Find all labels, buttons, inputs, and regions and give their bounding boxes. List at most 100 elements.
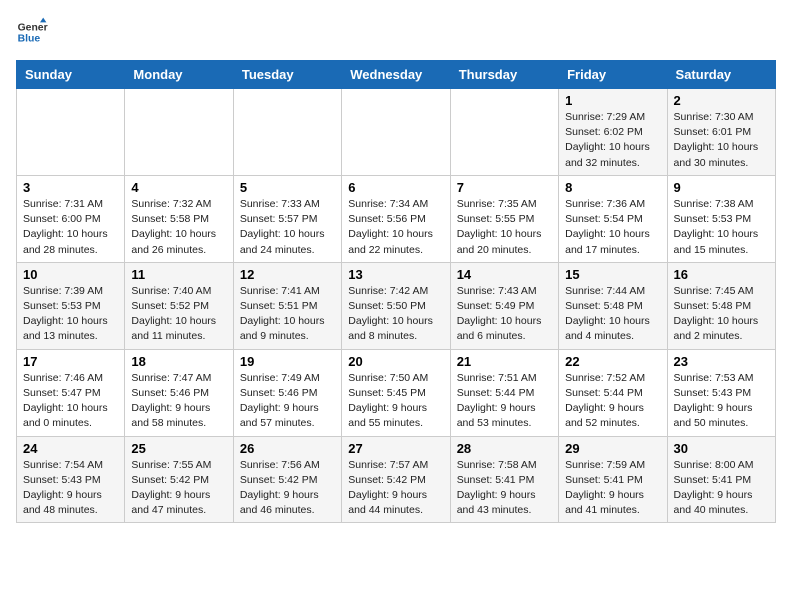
day-number: 5 <box>240 180 335 195</box>
day-cell: 9 Sunrise: 7:38 AM Sunset: 5:53 PM Daylig… <box>667 175 775 262</box>
day-cell: 21 Sunrise: 7:51 AM Sunset: 5:44 PM Dayli… <box>450 349 558 436</box>
day-info: Sunrise: 7:47 AM Sunset: 5:46 PM Dayligh… <box>131 371 226 432</box>
col-header-saturday: Saturday <box>667 61 775 89</box>
day-info: Sunrise: 7:57 AM Sunset: 5:42 PM Dayligh… <box>348 458 443 519</box>
day-number: 29 <box>565 441 660 456</box>
calendar-body: 1 Sunrise: 7:29 AM Sunset: 6:02 PM Daylig… <box>17 89 776 523</box>
day-info: Sunrise: 7:42 AM Sunset: 5:50 PM Dayligh… <box>348 284 443 345</box>
day-number: 26 <box>240 441 335 456</box>
day-number: 12 <box>240 267 335 282</box>
svg-text:Blue: Blue <box>18 34 41 45</box>
week-row-2: 3 Sunrise: 7:31 AM Sunset: 6:00 PM Daylig… <box>17 175 776 262</box>
day-number: 16 <box>674 267 769 282</box>
day-info: Sunrise: 7:58 AM Sunset: 5:41 PM Dayligh… <box>457 458 552 519</box>
week-row-4: 17 Sunrise: 7:46 AM Sunset: 5:47 PM Dayli… <box>17 349 776 436</box>
day-number: 11 <box>131 267 226 282</box>
col-header-tuesday: Tuesday <box>233 61 341 89</box>
day-cell: 24 Sunrise: 7:54 AM Sunset: 5:43 PM Dayli… <box>17 436 125 523</box>
day-number: 2 <box>674 93 769 108</box>
day-number: 20 <box>348 354 443 369</box>
day-info: Sunrise: 7:56 AM Sunset: 5:42 PM Dayligh… <box>240 458 335 519</box>
day-number: 18 <box>131 354 226 369</box>
day-info: Sunrise: 7:35 AM Sunset: 5:55 PM Dayligh… <box>457 197 552 258</box>
day-cell <box>233 89 341 176</box>
day-number: 14 <box>457 267 552 282</box>
day-cell: 14 Sunrise: 7:43 AM Sunset: 5:49 PM Dayli… <box>450 262 558 349</box>
column-header-row: SundayMondayTuesdayWednesdayThursdayFrid… <box>17 61 776 89</box>
day-cell: 6 Sunrise: 7:34 AM Sunset: 5:56 PM Daylig… <box>342 175 450 262</box>
logo-icon: General Blue <box>16 16 48 48</box>
day-number: 24 <box>23 441 118 456</box>
day-number: 17 <box>23 354 118 369</box>
week-row-3: 10 Sunrise: 7:39 AM Sunset: 5:53 PM Dayli… <box>17 262 776 349</box>
day-cell: 1 Sunrise: 7:29 AM Sunset: 6:02 PM Daylig… <box>559 89 667 176</box>
day-cell: 16 Sunrise: 7:45 AM Sunset: 5:48 PM Dayli… <box>667 262 775 349</box>
day-cell <box>450 89 558 176</box>
day-info: Sunrise: 7:29 AM Sunset: 6:02 PM Dayligh… <box>565 110 660 171</box>
day-info: Sunrise: 7:33 AM Sunset: 5:57 PM Dayligh… <box>240 197 335 258</box>
day-number: 23 <box>674 354 769 369</box>
day-info: Sunrise: 7:31 AM Sunset: 6:00 PM Dayligh… <box>23 197 118 258</box>
day-cell: 7 Sunrise: 7:35 AM Sunset: 5:55 PM Daylig… <box>450 175 558 262</box>
day-info: Sunrise: 7:49 AM Sunset: 5:46 PM Dayligh… <box>240 371 335 432</box>
day-number: 7 <box>457 180 552 195</box>
day-number: 19 <box>240 354 335 369</box>
day-cell <box>17 89 125 176</box>
day-info: Sunrise: 7:52 AM Sunset: 5:44 PM Dayligh… <box>565 371 660 432</box>
day-cell: 27Sunrise: 7:57 AM Sunset: 5:42 PM Dayli… <box>342 436 450 523</box>
day-number: 28 <box>457 441 552 456</box>
col-header-monday: Monday <box>125 61 233 89</box>
day-info: Sunrise: 7:34 AM Sunset: 5:56 PM Dayligh… <box>348 197 443 258</box>
day-number: 22 <box>565 354 660 369</box>
day-info: Sunrise: 7:54 AM Sunset: 5:43 PM Dayligh… <box>23 458 118 519</box>
day-cell <box>342 89 450 176</box>
col-header-thursday: Thursday <box>450 61 558 89</box>
day-cell: 30 Sunrise: 8:00 AM Sunset: 5:41 PM Dayli… <box>667 436 775 523</box>
day-cell: 15 Sunrise: 7:44 AM Sunset: 5:48 PM Dayli… <box>559 262 667 349</box>
day-info: Sunrise: 7:44 AM Sunset: 5:48 PM Dayligh… <box>565 284 660 345</box>
svg-text:General: General <box>18 22 48 33</box>
week-row-1: 1 Sunrise: 7:29 AM Sunset: 6:02 PM Daylig… <box>17 89 776 176</box>
day-cell: 23 Sunrise: 7:53 AM Sunset: 5:43 PM Dayli… <box>667 349 775 436</box>
day-info: Sunrise: 7:53 AM Sunset: 5:43 PM Dayligh… <box>674 371 769 432</box>
day-number: 9 <box>674 180 769 195</box>
day-cell: 26 Sunrise: 7:56 AM Sunset: 5:42 PM Dayli… <box>233 436 341 523</box>
day-info: Sunrise: 7:43 AM Sunset: 5:49 PM Dayligh… <box>457 284 552 345</box>
day-info: Sunrise: 7:51 AM Sunset: 5:44 PM Dayligh… <box>457 371 552 432</box>
calendar-table: SundayMondayTuesdayWednesdayThursdayFrid… <box>16 60 776 523</box>
day-cell: 10 Sunrise: 7:39 AM Sunset: 5:53 PM Dayli… <box>17 262 125 349</box>
day-cell: 5 Sunrise: 7:33 AM Sunset: 5:57 PM Daylig… <box>233 175 341 262</box>
day-cell: 8Sunrise: 7:36 AM Sunset: 5:54 PM Daylig… <box>559 175 667 262</box>
day-number: 13 <box>348 267 443 282</box>
day-cell: 17 Sunrise: 7:46 AM Sunset: 5:47 PM Dayli… <box>17 349 125 436</box>
day-info: Sunrise: 7:39 AM Sunset: 5:53 PM Dayligh… <box>23 284 118 345</box>
day-number: 1 <box>565 93 660 108</box>
day-info: Sunrise: 7:36 AM Sunset: 5:54 PM Dayligh… <box>565 197 660 258</box>
day-number: 15 <box>565 267 660 282</box>
day-number: 10 <box>23 267 118 282</box>
day-number: 21 <box>457 354 552 369</box>
day-info: Sunrise: 7:45 AM Sunset: 5:48 PM Dayligh… <box>674 284 769 345</box>
day-info: Sunrise: 7:32 AM Sunset: 5:58 PM Dayligh… <box>131 197 226 258</box>
day-info: Sunrise: 7:46 AM Sunset: 5:47 PM Dayligh… <box>23 371 118 432</box>
day-info: Sunrise: 7:59 AM Sunset: 5:41 PM Dayligh… <box>565 458 660 519</box>
week-row-5: 24 Sunrise: 7:54 AM Sunset: 5:43 PM Dayli… <box>17 436 776 523</box>
day-cell <box>125 89 233 176</box>
day-cell: 18 Sunrise: 7:47 AM Sunset: 5:46 PM Dayli… <box>125 349 233 436</box>
day-cell: 28 Sunrise: 7:58 AM Sunset: 5:41 PM Dayli… <box>450 436 558 523</box>
day-number: 30 <box>674 441 769 456</box>
day-info: Sunrise: 7:30 AM Sunset: 6:01 PM Dayligh… <box>674 110 769 171</box>
day-cell: 22 Sunrise: 7:52 AM Sunset: 5:44 PM Dayli… <box>559 349 667 436</box>
col-header-wednesday: Wednesday <box>342 61 450 89</box>
day-number: 6 <box>348 180 443 195</box>
day-cell: 19 Sunrise: 7:49 AM Sunset: 5:46 PM Dayli… <box>233 349 341 436</box>
day-info: Sunrise: 7:38 AM Sunset: 5:53 PM Dayligh… <box>674 197 769 258</box>
day-cell: 12Sunrise: 7:41 AM Sunset: 5:51 PM Dayli… <box>233 262 341 349</box>
col-header-friday: Friday <box>559 61 667 89</box>
day-cell: 11Sunrise: 7:40 AM Sunset: 5:52 PM Dayli… <box>125 262 233 349</box>
day-number: 3 <box>23 180 118 195</box>
day-info: Sunrise: 8:00 AM Sunset: 5:41 PM Dayligh… <box>674 458 769 519</box>
day-info: Sunrise: 7:55 AM Sunset: 5:42 PM Dayligh… <box>131 458 226 519</box>
day-cell: 20 Sunrise: 7:50 AM Sunset: 5:45 PM Dayli… <box>342 349 450 436</box>
day-info: Sunrise: 7:50 AM Sunset: 5:45 PM Dayligh… <box>348 371 443 432</box>
